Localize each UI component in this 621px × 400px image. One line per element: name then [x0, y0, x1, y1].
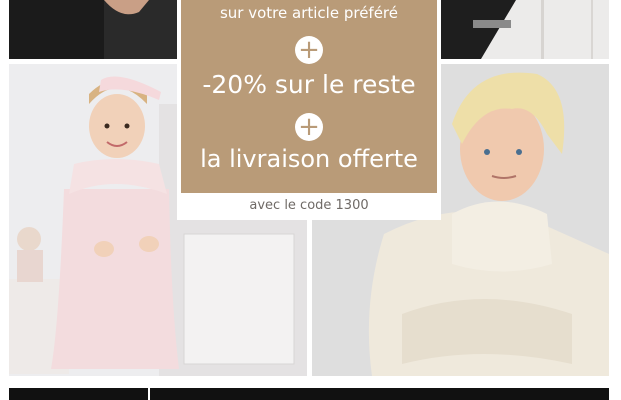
promo-code-text: avec le code 1300: [249, 198, 369, 213]
bottom-bar-left[interactable]: [9, 388, 148, 400]
promo-offer-box: sur votre article préféré + -20% sur le …: [181, 0, 437, 193]
promo-line-free-delivery: la livraison offerte: [200, 145, 418, 173]
top-right-photo[interactable]: [441, 0, 609, 59]
plus-icon: +: [295, 113, 323, 141]
promo-panel[interactable]: sur votre article préféré + -20% sur le …: [177, 0, 441, 220]
top-left-photo-art: [9, 0, 177, 59]
top-right-photo-art: [441, 0, 609, 59]
top-left-photo[interactable]: [9, 0, 177, 59]
bottom-bar-right[interactable]: [150, 388, 609, 400]
promo-line-favorite-item: sur votre article préféré: [219, 4, 398, 22]
plus-icon: +: [295, 36, 323, 64]
promo-line-discount: -20% sur le reste: [202, 70, 416, 99]
